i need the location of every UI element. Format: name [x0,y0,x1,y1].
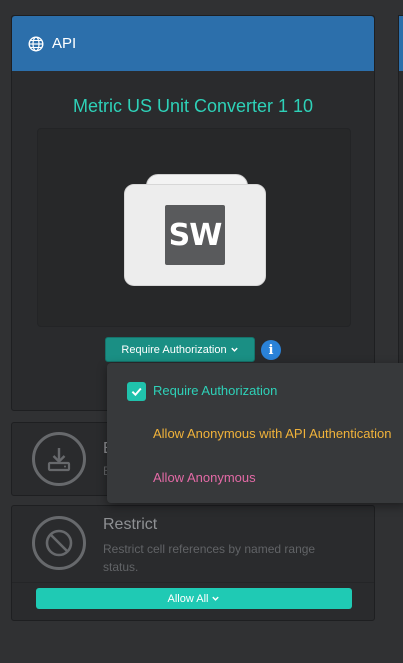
adjacent-card-edge [398,15,403,411]
api-logo-tile: SW [124,184,266,286]
dropdown-option-label: Require Authorization [153,383,278,398]
checkbox-checked-icon [127,382,146,401]
restrict-card-title: Restrict [103,516,158,533]
dropdown-option-label: Allow Anonymous with API Authentication [153,426,392,441]
auth-dropdown-button[interactable]: Require Authorization [105,337,255,362]
globe-icon [28,35,44,52]
api-image-box: SW [37,128,351,327]
auth-dropdown-label: Require Authorization [121,343,227,356]
adjacent-card-header [399,16,403,71]
allow-all-label: Allow All [167,592,209,605]
restrict-card-divider [12,582,374,583]
download-icon [32,432,86,486]
api-title: Metric US Unit Converter 1 10 [72,96,314,116]
allow-all-button[interactable]: Allow All [36,588,352,609]
api-card-header: API [12,16,374,71]
spreadsheetweb-logo: SW [165,205,225,265]
prohibited-icon [32,516,86,570]
restrict-card-desc: Restrict cell references by named range … [103,542,316,574]
restrict-card: Restrict Restrict cell references by nam… [11,505,375,621]
chevron-down-icon [212,596,220,601]
api-card-header-label: API [52,35,77,52]
auth-dropdown-menu: Require Authorization Allow Anonymous wi… [107,363,403,503]
dropdown-option-label: Allow Anonymous [153,470,256,485]
info-icon[interactable]: i [261,340,281,360]
chevron-down-icon [230,347,238,352]
api-card: API Metric US Unit Converter 1 10 SW Req… [11,15,375,411]
